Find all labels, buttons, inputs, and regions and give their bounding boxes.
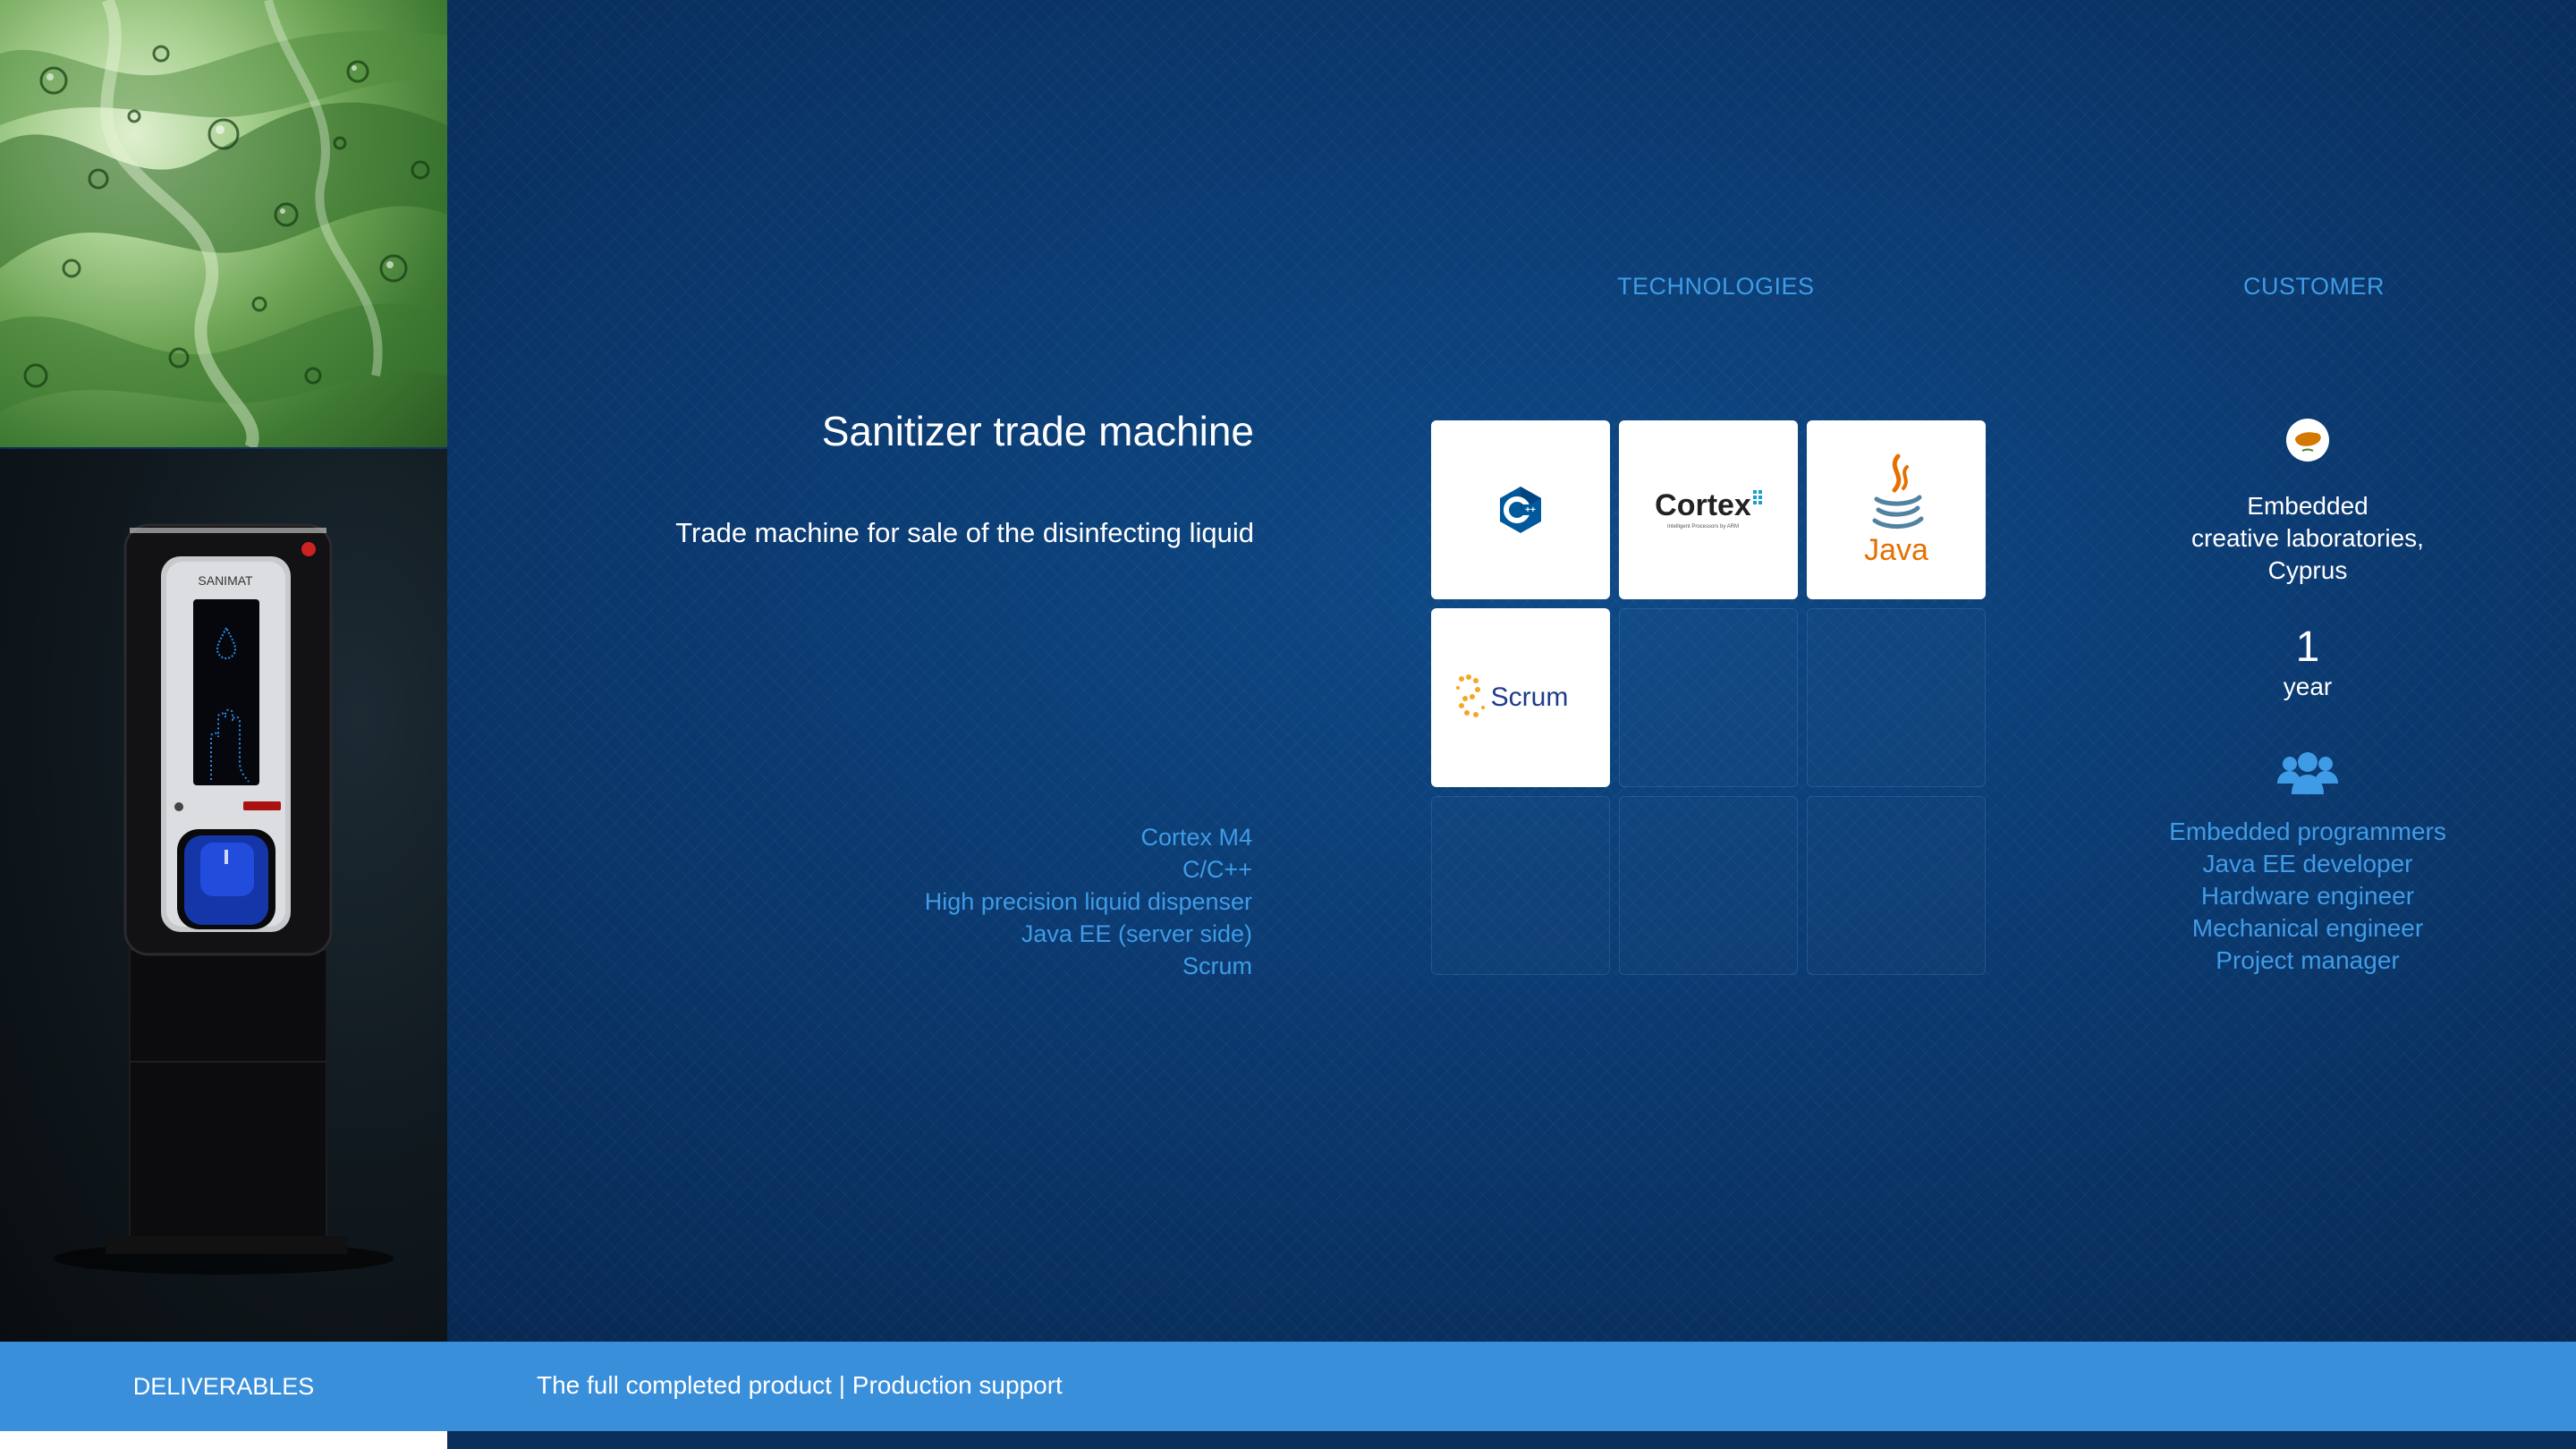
technologies-heading: TECHNOLOGIES xyxy=(1617,273,1815,300)
team-member: Hardware engineer xyxy=(2200,882,2415,910)
tech-list-item: High precision liquid dispenser xyxy=(924,888,1252,915)
tech-list-item: Java EE (server side) xyxy=(1021,920,1252,947)
tech-list-item: Scrum xyxy=(1182,953,1252,979)
java-logo-text: Java xyxy=(1864,533,1928,567)
sanitizer-machine-image: SANIMAT xyxy=(0,449,447,1342)
deliverables-bar: DELIVERABLES The full completed product … xyxy=(0,1342,2576,1431)
tech-list-item: C/C++ xyxy=(1182,856,1252,883)
tile-scrum: Scrum xyxy=(1431,608,1610,787)
team-member: Java EE developer xyxy=(2202,850,2413,877)
project-duration: 1 year xyxy=(2129,624,2487,703)
bottom-strip-left xyxy=(0,1431,447,1449)
customer-name-line: creative laboratories, xyxy=(2191,524,2424,552)
project-subtitle: Trade machine for sale of the disinfecti… xyxy=(675,517,1254,548)
tile-cortex: Cortex Intelligent Processors by ARM xyxy=(1619,420,1798,599)
tile-empty xyxy=(1807,796,1986,975)
java-logo-icon: Java xyxy=(1864,453,1928,567)
deliverables-text: The full completed product | Production … xyxy=(537,1371,1063,1399)
splash-artwork xyxy=(0,0,447,447)
tile-empty xyxy=(1619,608,1798,787)
tile-empty xyxy=(1807,608,1986,787)
scrum-logo-text: Scrum xyxy=(1491,682,1569,712)
cortex-logo-subtext: Intelligent Processors by ARM xyxy=(1667,524,1739,530)
cortex-logo-text: Cortex xyxy=(1655,488,1751,522)
customer-name-line: Cyprus xyxy=(2267,556,2348,584)
cortex-logo-icon: Cortex Intelligent Processors by ARM xyxy=(1655,488,1762,530)
svg-text:++: ++ xyxy=(1525,505,1536,515)
technology-grid: ++ Cortex Intelligent Processors by ARM … xyxy=(1431,420,1986,975)
team-group-icon xyxy=(2277,752,2338,794)
team-member: Embedded programmers xyxy=(2169,818,2446,845)
tile-empty xyxy=(1619,796,1798,975)
bottom-strip-right xyxy=(447,1431,2576,1449)
cyprus-flag-icon xyxy=(2286,419,2329,462)
tile-empty xyxy=(1431,796,1610,975)
liquid-splash-image xyxy=(0,0,447,447)
team-icon-wrap xyxy=(2129,748,2487,802)
tech-list-item: Cortex M4 xyxy=(1140,824,1252,851)
team-member: Project manager xyxy=(2216,946,2400,974)
customer-name: Embedded creative laboratories, Cyprus xyxy=(2129,490,2487,587)
team-list: Embedded programmers Java EE developer H… xyxy=(2129,816,2487,977)
machine-brand-text: SANIMAT xyxy=(198,573,253,588)
team-member: Mechanical engineer xyxy=(2191,914,2424,942)
customer-flag xyxy=(2129,417,2487,468)
scrum-logo-icon: Scrum xyxy=(1456,674,1569,717)
tile-java: Java xyxy=(1807,420,1986,599)
tech-list: Cortex M4 C/C++ High precision liquid di… xyxy=(925,821,1252,982)
customer-name-line: Embedded xyxy=(2247,492,2368,520)
customer-heading: CUSTOMER xyxy=(2243,273,2385,300)
duration-unit: year xyxy=(2283,673,2333,700)
machine-artwork: SANIMAT xyxy=(54,523,394,1275)
cpp-logo-icon: ++ xyxy=(1500,487,1541,533)
tile-cpp: ++ xyxy=(1431,420,1610,599)
deliverables-label: DELIVERABLES xyxy=(132,1373,315,1400)
duration-value: 1 xyxy=(2295,623,2320,671)
project-title: Sanitizer trade machine xyxy=(821,408,1254,454)
